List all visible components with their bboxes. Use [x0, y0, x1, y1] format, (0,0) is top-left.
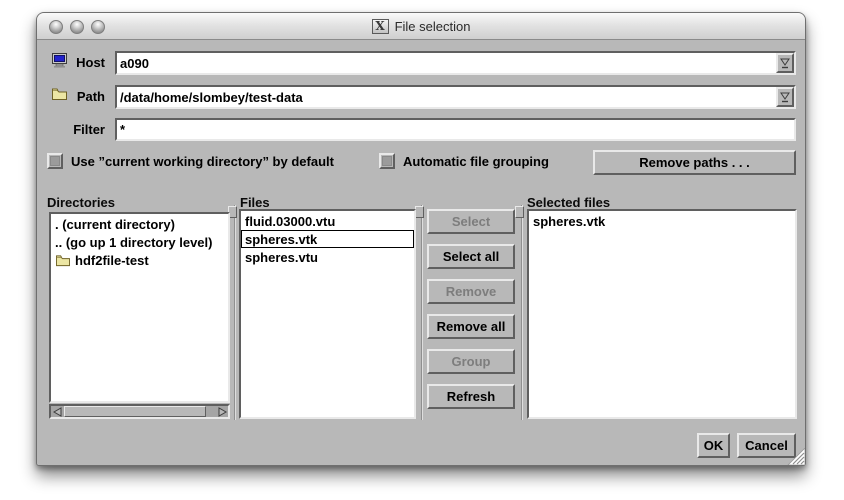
cwd-checkbox-label: Use ”current working directory” by defau…	[71, 154, 334, 169]
directory-item[interactable]: . (current directory)	[51, 215, 228, 233]
folder-icon	[55, 254, 71, 267]
grouping-checkbox-indicator	[382, 156, 392, 166]
group-button[interactable]: Group	[427, 349, 515, 374]
filter-label: Filter	[47, 122, 105, 137]
selected-files-list[interactable]: spheres.vtk	[527, 209, 797, 419]
path-label: Path	[47, 89, 105, 104]
selected-file-item-label: spheres.vtk	[533, 213, 605, 230]
path-dropdown-button[interactable]	[776, 87, 794, 107]
host-field-wrap	[115, 51, 796, 75]
remove-paths-button[interactable]: Remove paths . . .	[593, 150, 796, 175]
remove-button[interactable]: Remove	[427, 279, 515, 304]
select-all-button[interactable]: Select all	[427, 244, 515, 269]
arrow-left-icon	[53, 407, 63, 417]
select-button[interactable]: Select	[427, 209, 515, 234]
grouping-checkbox-label: Automatic file grouping	[403, 154, 549, 169]
file-selection-window: X File selection Host	[36, 12, 806, 466]
directory-item-label: hdf2file-test	[75, 252, 149, 269]
close-button[interactable]	[49, 20, 63, 34]
zoom-button[interactable]	[91, 20, 105, 34]
window-title-group: X File selection	[372, 19, 471, 34]
files-list[interactable]: fluid.03000.vtu spheres.vtk spheres.vtu	[239, 209, 416, 419]
scroll-right-button[interactable]	[215, 406, 228, 417]
directories-list[interactable]: . (current directory) .. (go up 1 direct…	[49, 212, 230, 403]
combo-arrow-icon	[779, 91, 791, 103]
ok-button[interactable]: OK	[697, 433, 730, 458]
selected-file-item[interactable]: spheres.vtk	[529, 212, 795, 230]
pane-sash-handle[interactable]	[415, 206, 424, 218]
pane-divider[interactable]	[234, 205, 236, 420]
dialog-content: Host Path	[37, 40, 805, 465]
titlebar[interactable]: X File selection	[37, 13, 805, 40]
minimize-button[interactable]	[70, 20, 84, 34]
scroll-left-button[interactable]	[51, 406, 64, 417]
cwd-checkbox-indicator	[50, 156, 60, 166]
traffic-lights	[49, 20, 105, 34]
host-dropdown-button[interactable]	[776, 53, 794, 73]
file-item-label: fluid.03000.vtu	[245, 213, 335, 230]
x11-x-icon: X	[372, 19, 389, 34]
filter-input[interactable]	[117, 120, 794, 139]
directory-item[interactable]: hdf2file-test	[51, 251, 228, 269]
pane-sash-handle[interactable]	[515, 206, 524, 218]
arrow-right-icon	[217, 407, 227, 417]
file-item-selected[interactable]: spheres.vtk	[241, 230, 414, 248]
filter-field-wrap	[115, 118, 796, 141]
pane-divider[interactable]	[421, 205, 423, 420]
path-input[interactable]	[117, 87, 776, 107]
directories-panel-label: Directories	[47, 195, 115, 210]
file-item-label: spheres.vtk	[245, 231, 317, 248]
host-label: Host	[47, 55, 105, 70]
cwd-checkbox[interactable]	[47, 153, 63, 169]
scrollbar-thumb[interactable]	[64, 406, 206, 417]
file-item-label: spheres.vtu	[245, 249, 318, 266]
path-field-wrap	[115, 85, 796, 109]
desktop: X File selection Host	[0, 0, 844, 500]
resize-grip-icon[interactable]	[787, 448, 805, 465]
directory-item-label: . (current directory)	[55, 216, 175, 233]
window-title: File selection	[395, 19, 471, 34]
file-item[interactable]: spheres.vtu	[241, 248, 414, 266]
directory-item-label: .. (go up 1 directory level)	[55, 234, 212, 251]
refresh-button[interactable]: Refresh	[427, 384, 515, 409]
selected-files-panel-label: Selected files	[527, 195, 610, 210]
remove-all-button[interactable]: Remove all	[427, 314, 515, 339]
directory-item[interactable]: .. (go up 1 directory level)	[51, 233, 228, 251]
directories-hscrollbar[interactable]	[49, 404, 230, 419]
file-item[interactable]: fluid.03000.vtu	[241, 212, 414, 230]
pane-divider[interactable]	[521, 205, 523, 420]
combo-arrow-icon	[779, 57, 791, 69]
grouping-checkbox[interactable]	[379, 153, 395, 169]
host-input[interactable]	[117, 53, 776, 73]
files-panel-label: Files	[240, 195, 270, 210]
